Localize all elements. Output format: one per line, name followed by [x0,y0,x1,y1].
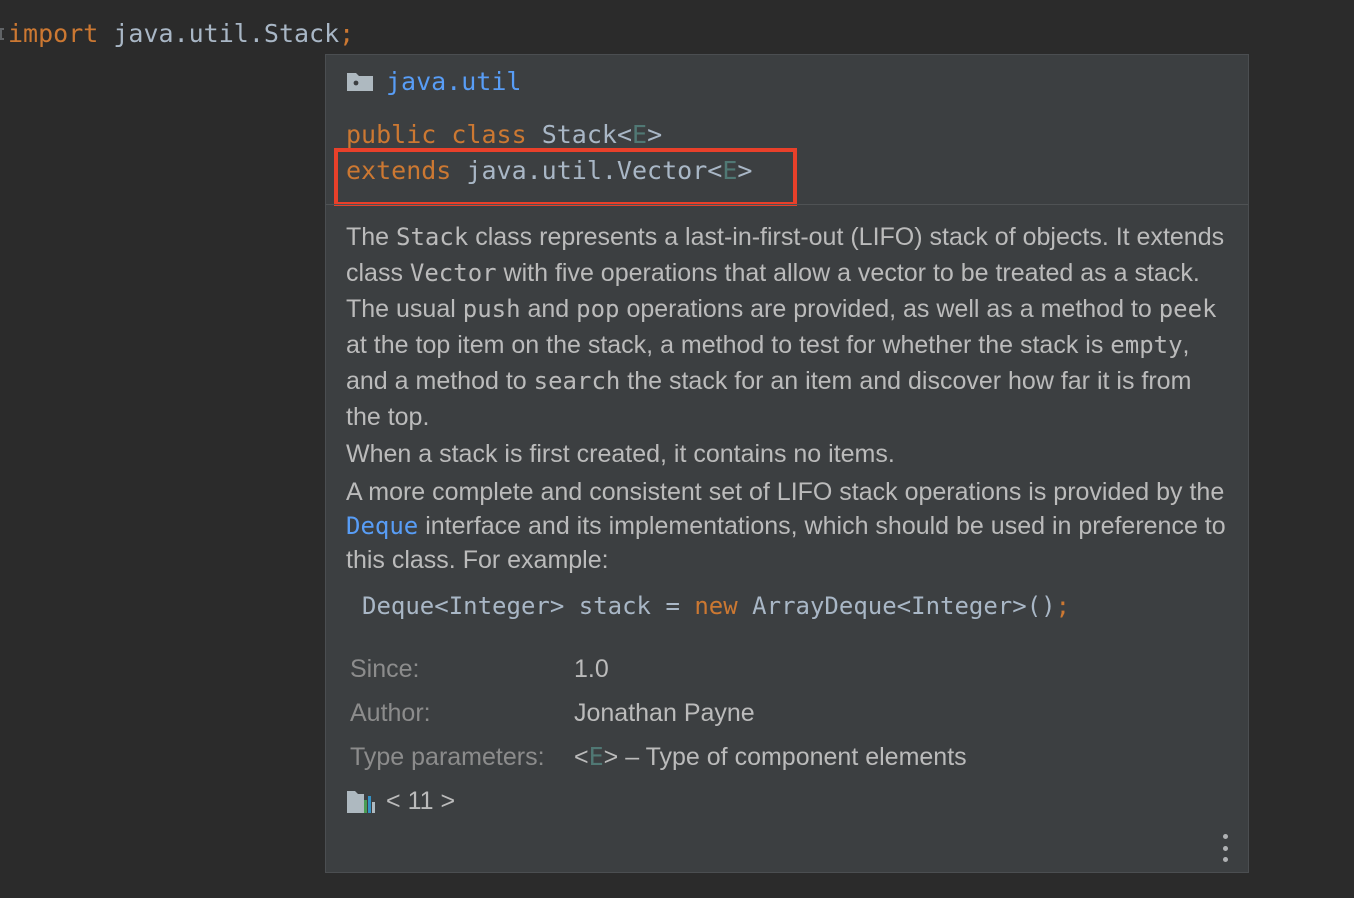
package-link[interactable]: java.util [386,67,521,96]
jdk-version: 11 [407,786,434,815]
code-stack: Stack [396,223,469,251]
text: The [346,223,397,251]
next-version-button[interactable]: > [440,787,455,816]
example-semicolon: ; [1055,592,1071,620]
meta-row-author: Author: Jonathan Payne [350,691,967,735]
text: interface and its implementations, which… [346,512,1226,574]
text: and [520,295,577,323]
code-pop: pop [576,295,620,323]
text: at the top item on the stack, a method t… [346,331,1111,359]
meta-label: Type parameters: [350,742,545,771]
example-new-keyword: new [694,592,738,620]
meta-value: <E> – Type of component elements [574,742,967,772]
text: A more complete and consistent set of LI… [346,478,1225,506]
meta-label: Since: [350,654,420,683]
prev-version-button[interactable]: < [386,787,401,816]
example-ctor: ArrayDeque<Integer>() [752,592,1056,620]
description-paragraph: A more complete and consistent set of LI… [346,475,1226,577]
library-icon [347,791,375,813]
divider [326,204,1248,205]
fold-marker-icon[interactable] [0,28,4,40]
code-empty: empty [1110,331,1183,359]
jdk-version-nav: < 11 > [346,783,455,819]
generic-open: < [616,120,633,149]
type-param: E [588,742,604,771]
example-type: Deque<Integer> [362,592,565,620]
meta-value: Jonathan Payne [574,698,755,727]
class-description: The Stack class represents a last-in-fir… [346,219,1226,577]
deque-link[interactable]: Deque [346,512,418,540]
class-keyword: class [451,120,527,149]
import-semicolon: ; [339,19,355,48]
text: operations are provided, as well as a me… [619,295,1159,323]
description-paragraph: When a stack is first created, it contai… [346,440,895,468]
class-name: Stack [541,120,617,149]
meta-row-since: Since: 1.0 [350,647,967,691]
import-statement-line[interactable]: import java.util.Stack; [8,14,354,54]
type-param-desc: – Type of component elements [618,743,967,771]
generic-close: > [647,120,663,149]
package-row: java.util [346,63,521,99]
import-path: java.util.Stack [113,19,340,48]
example-eq: = [665,592,680,620]
doc-metadata: Since: 1.0 Author: Jonathan Payne Type p… [350,647,967,779]
editor-partial-previous-line [0,0,380,2]
quick-documentation-popup[interactable]: java.util public class Stack<E> extends … [326,55,1248,872]
type-param: E [632,120,648,149]
extends-highlight-box [334,148,797,206]
code-push: push [462,295,521,323]
code-vector: Vector [409,259,497,287]
description-paragraph: The Stack class represents a last-in-fir… [346,219,1226,435]
vertical-ellipsis-icon[interactable] [1220,834,1230,862]
import-keyword: import [8,19,99,48]
package-folder-icon [347,73,373,91]
meta-row-type-params: Type parameters: <E> – Type of component… [350,735,967,779]
code-example: Deque<Integer> stack = new ArrayDeque<In… [362,588,1070,624]
code-search: search [533,367,621,395]
example-var: stack [578,592,651,620]
code-peek: peek [1158,295,1217,323]
meta-value: 1.0 [574,654,609,683]
meta-label: Author: [350,698,431,727]
generic-open: < [574,743,589,771]
generic-close: > [603,743,619,771]
public-keyword: public [346,120,437,149]
